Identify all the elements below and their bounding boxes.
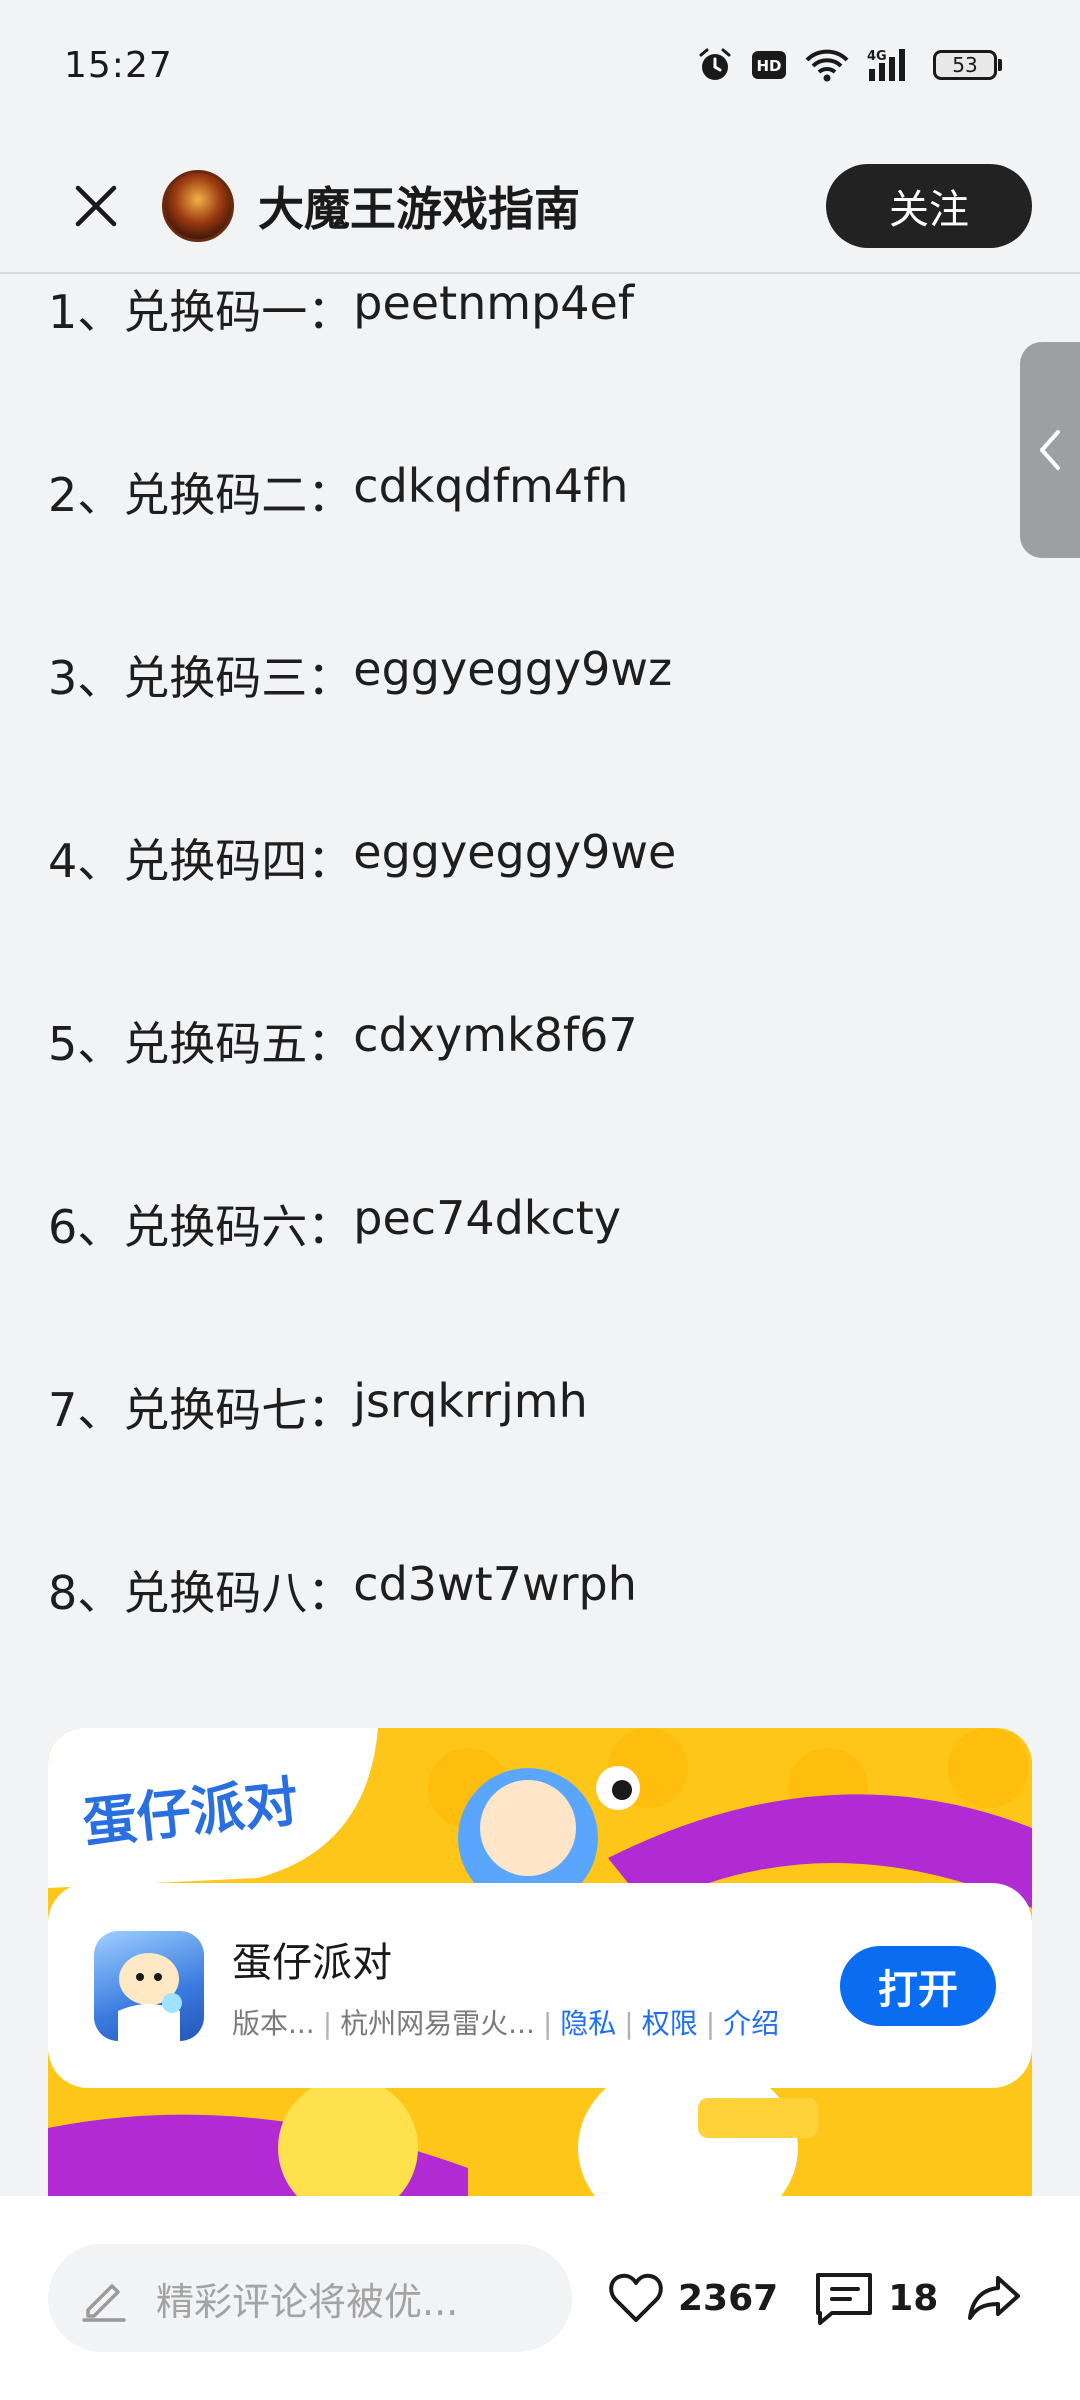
list-item: 5、兑换码五： cdxymk8f67 xyxy=(48,1004,1008,1187)
code-value: jsrqkrrjmh xyxy=(353,1374,588,1428)
intro-link[interactable]: 介绍 xyxy=(723,2007,779,2040)
battery-level: 53 xyxy=(933,50,997,80)
share-icon xyxy=(968,2276,1020,2320)
status-time: 15:27 xyxy=(64,44,173,86)
list-item: 4、兑换码四： eggyeggy9we xyxy=(48,821,1008,1004)
code-label: 3、兑换码三： xyxy=(48,651,354,705)
code-value: pec74dkcty xyxy=(353,1191,621,1245)
code-value: eggyeggy9we xyxy=(353,825,677,879)
avatar[interactable] xyxy=(162,170,234,242)
status-bar: 15:27 HD 4G 53 xyxy=(0,0,1080,130)
comment-icon xyxy=(816,2273,873,2325)
code-value: cdxymk8f67 xyxy=(353,1008,638,1062)
redeem-code-list: 1、兑换码一： peetnmp4ef 2、兑换码二： cdkqdfm4fh 3、兑换… xyxy=(48,272,1008,1736)
code-label: 4、兑换码四： xyxy=(48,834,354,888)
follow-button[interactable]: 关注 xyxy=(826,164,1032,248)
svg-text:4G: 4G xyxy=(867,49,887,64)
open-app-button[interactable]: 打开 xyxy=(840,1945,996,2026)
list-item: 1、兑换码一： peetnmp4ef xyxy=(48,272,1008,455)
code-label: 5、兑换码五： xyxy=(48,1017,354,1071)
list-item: 2、兑换码二： cdkqdfm4fh xyxy=(48,455,1008,638)
comment-input[interactable]: 精彩评论将被优... xyxy=(48,2244,572,2352)
hd-icon: HD xyxy=(752,51,786,79)
app-developer: 杭州网易雷火... xyxy=(340,2006,535,2040)
code-value: cd3wt7wrph xyxy=(353,1557,637,1611)
app-name: 蛋仔派对 xyxy=(232,1939,392,1986)
like-count: 2367 xyxy=(678,2277,779,2319)
app-version: 版本... xyxy=(232,2006,315,2040)
share-button[interactable] xyxy=(966,2274,1022,2322)
list-item: 8、兑换码八： cd3wt7wrph xyxy=(48,1553,1008,1736)
alarm-icon xyxy=(699,48,731,80)
4g-signal-icon: 4G xyxy=(867,49,905,81)
code-label: 6、兑换码六： xyxy=(48,1200,354,1254)
comments-button[interactable]: 18 xyxy=(814,2271,938,2325)
app-download-panel: 蛋仔派对 版本... | 杭州网易雷火... | 隐私 | 权限 | 介绍 打开 xyxy=(48,1883,1032,2088)
list-item: 3、兑换码三： eggyeggy9wz xyxy=(48,638,1008,821)
comment-placeholder: 精彩评论将被优... xyxy=(156,2279,459,2324)
status-icons: HD 4G 53 xyxy=(697,47,1002,83)
chevron-left-icon xyxy=(1040,430,1060,470)
heart-icon xyxy=(609,2273,663,2322)
battery-icon: 53 xyxy=(933,50,1002,80)
close-button[interactable] xyxy=(70,180,122,232)
code-label: 2、兑换码二： xyxy=(48,468,354,522)
privacy-link[interactable]: 隐私 xyxy=(560,2007,616,2040)
app-meta: 版本... | 杭州网易雷火... | 隐私 | 权限 | 介绍 xyxy=(232,2006,780,2040)
like-button[interactable]: 2367 xyxy=(608,2272,778,2324)
pencil-icon xyxy=(82,2284,126,2322)
app-info: 蛋仔派对 版本... | 杭州网易雷火... | 隐私 | 权限 | 介绍 xyxy=(232,1930,840,2042)
side-drawer-handle[interactable] xyxy=(1020,342,1080,558)
code-label: 8、兑换码八： xyxy=(48,1566,354,1620)
account-name[interactable]: 大魔王游戏指南 xyxy=(258,173,826,239)
app-ad-card[interactable]: 蛋仔派对 蛋仔派对 版本... | 杭州网易雷火... | 隐私 | 权限 | 介绍 打开 xyxy=(48,1728,1032,2198)
svg-text:HD: HD xyxy=(756,57,781,75)
app-icon[interactable] xyxy=(94,1930,204,2041)
code-value: peetnmp4ef xyxy=(353,276,635,330)
comment-count: 18 xyxy=(888,2277,939,2319)
permissions-link[interactable]: 权限 xyxy=(642,2007,698,2040)
close-icon xyxy=(75,185,117,227)
code-value: cdkqdfm4fh xyxy=(353,459,629,513)
code-label: 1、兑换码一： xyxy=(48,285,354,339)
code-value: eggyeggy9wz xyxy=(353,642,673,696)
list-item: 6、兑换码六： pec74dkcty xyxy=(48,1187,1008,1370)
list-item: 7、兑换码七： jsrqkrrjmh xyxy=(48,1370,1008,1553)
code-label: 7、兑换码七： xyxy=(48,1383,354,1437)
article-header: 大魔王游戏指南 关注 xyxy=(0,140,1080,274)
wifi-icon xyxy=(805,49,849,82)
bottom-action-bar: 精彩评论将被优... 2367 18 xyxy=(0,2196,1080,2400)
